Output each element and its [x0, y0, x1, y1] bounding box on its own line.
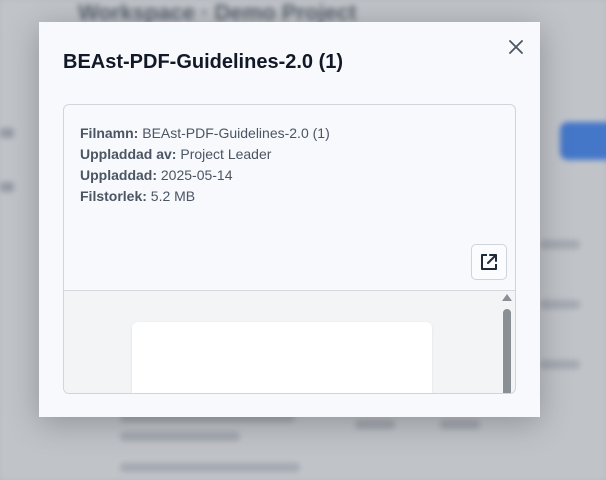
- file-name-value: BEAst-PDF-Guidelines-2.0 (1): [142, 125, 330, 141]
- file-details-modal: BEAst-PDF-Guidelines-2.0 (1) Filnamn: BE…: [39, 22, 540, 417]
- file-preview-panel: Filnamn: BEAst-PDF-Guidelines-2.0 (1) Up…: [63, 104, 516, 394]
- modal-title: BEAst-PDF-Guidelines-2.0 (1): [63, 51, 344, 73]
- close-icon: [509, 40, 523, 54]
- file-size-row: Filstorlek: 5.2 MB: [80, 186, 330, 207]
- uploaded-by-label: Uppladdad av:: [80, 146, 177, 162]
- upload-date-row: Uppladdad: 2025-05-14: [80, 165, 330, 186]
- pdf-preview-viewer[interactable]: [64, 291, 515, 393]
- external-link-icon: [481, 254, 497, 270]
- uploaded-by-value: Project Leader: [180, 146, 272, 162]
- uploaded-by-row: Uppladdad av: Project Leader: [80, 144, 330, 165]
- upload-date-label: Uppladdad:: [80, 167, 157, 183]
- file-info: Filnamn: BEAst-PDF-Guidelines-2.0 (1) Up…: [80, 123, 330, 207]
- open-in-new-tab-button[interactable]: [471, 244, 507, 280]
- file-name-label: Filnamn:: [80, 125, 139, 141]
- scrollbar-thumb[interactable]: [503, 309, 511, 393]
- pdf-page: [132, 322, 432, 393]
- close-button[interactable]: [503, 34, 529, 60]
- scroll-up-arrow[interactable]: [502, 294, 512, 301]
- file-size-value: 5.2 MB: [150, 188, 196, 204]
- upload-date-value: 2025-05-14: [160, 167, 233, 183]
- file-size-label: Filstorlek:: [80, 188, 147, 204]
- file-name-row: Filnamn: BEAst-PDF-Guidelines-2.0 (1): [80, 123, 330, 144]
